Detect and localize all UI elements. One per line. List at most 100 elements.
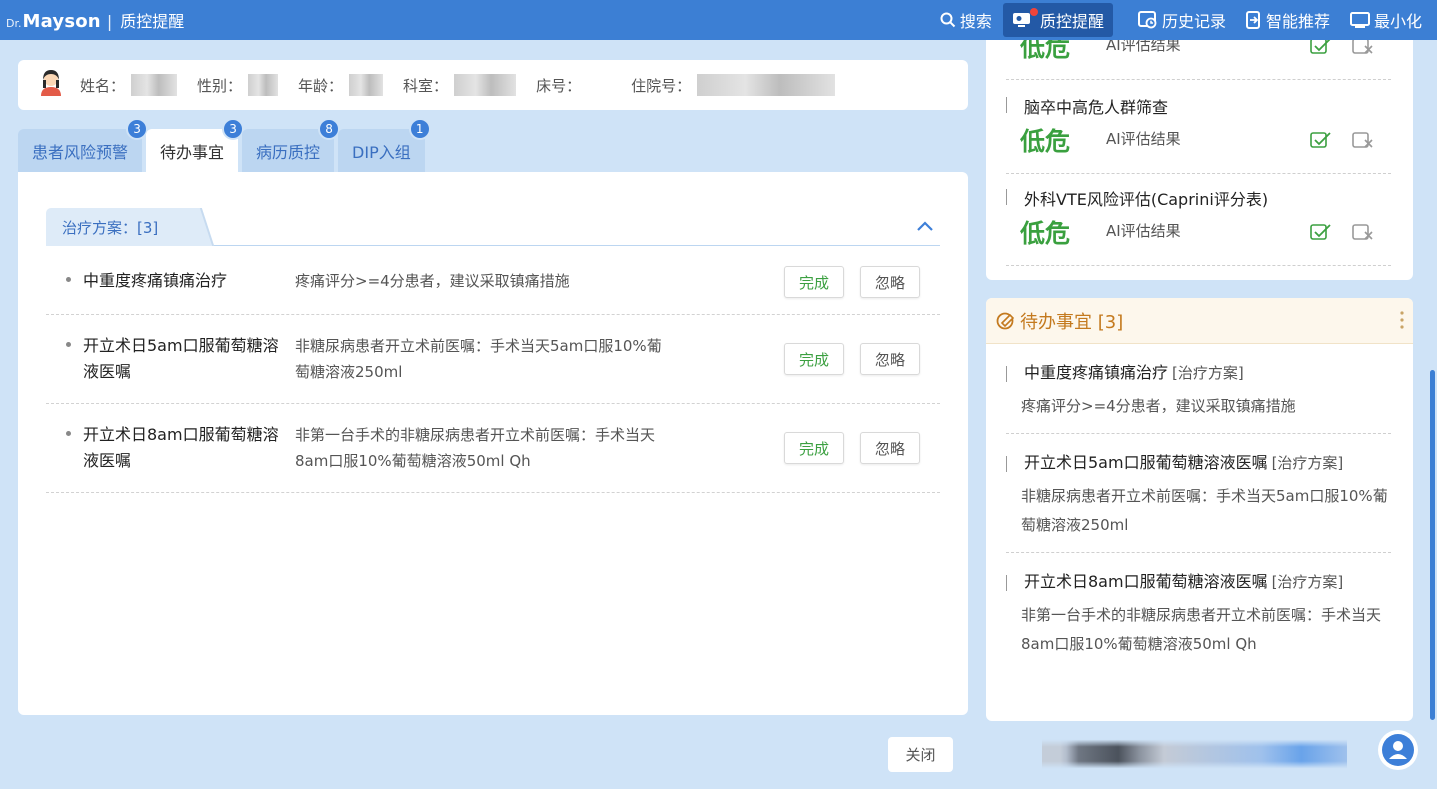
risk-name-text: 脑卒中高危人群筛查 (1024, 98, 1169, 117)
todo-card-header: 待办事宜 [3] (986, 298, 1413, 344)
minimize-icon (1349, 12, 1370, 28)
top-bar: Dr. Mayson | 质控提醒 搜索 质控提醒 历史记录 智能推荐 最小化 (0, 0, 1437, 40)
tab-badge: 3 (126, 118, 149, 140)
admission-label: 住院号： (631, 76, 692, 95)
todo-summary-item: 开立术日8am口服葡萄糖溶液医嘱 [治疗方案] 非第一台手术的非糖尿病患者开立术前… (1006, 553, 1391, 671)
check-icon[interactable] (1310, 40, 1332, 60)
todo-item: 中重度疼痛镇痛治疗 疼痛评分>=4分患者，建议采取镇痛措施 完成 忽略 (46, 250, 940, 315)
todo-summary-desc: 疼痛评分>=4分患者，建议采取镇痛措施 (1021, 397, 1296, 415)
minimize-button[interactable]: 最小化 (1341, 3, 1431, 37)
check-icon[interactable] (1310, 222, 1332, 246)
todo-summary-title-text: 中重度疼痛镇痛治疗 (1024, 363, 1169, 382)
dismiss-icon[interactable] (1352, 40, 1374, 60)
history-label: 历史记录 (1161, 12, 1226, 31)
section-title: 治疗方案：[3] (46, 208, 196, 246)
tab-badge: 8 (318, 118, 341, 140)
complete-button[interactable]: 完成 (783, 266, 844, 298)
scrollbar[interactable] (1430, 370, 1435, 720)
dept-label: 科室： (403, 76, 449, 95)
todo-desc: 非糖尿病患者开立术前医嘱：手术当天5am口服10%葡萄糖溶液250ml (295, 337, 662, 381)
age-redacted (349, 74, 384, 96)
risk-item: 脑卒中高危人群筛查 低危 AI评估结果 (1006, 82, 1391, 174)
todo-summary-title: 开立术日5am口服葡萄糖溶液医嘱 [治疗方案] (1006, 450, 1391, 476)
patient-avatar-icon (38, 69, 64, 101)
bullet (66, 342, 71, 347)
ignore-button[interactable]: 忽略 (859, 343, 920, 375)
patient-name-field: 姓名： (80, 74, 178, 96)
recommend-icon (1245, 11, 1260, 29)
ignore-button[interactable]: 忽略 (859, 266, 920, 298)
tab-badge: 3 (222, 118, 245, 140)
todo-summary-title: 开立术日8am口服葡萄糖溶液医嘱 [治疗方案] (1006, 569, 1391, 595)
todo-summary-desc: 非第一台手术的非糖尿病患者开立术前医嘱：手术当天8am口服10%葡萄糖溶液50m… (1021, 606, 1382, 653)
risk-assessment-card: 低危 AI评估结果 脑卒中高危人群筛查 低危 AI评估结果 外科VTE风险评估(… (986, 40, 1413, 280)
tab-label: DIP入组 (352, 142, 411, 162)
tab-record-qc[interactable]: 病历质控 8 (242, 118, 341, 172)
admission-redacted (697, 74, 836, 96)
history-button[interactable]: 历史记录 (1129, 3, 1235, 37)
todo-summary-title-text: 开立术日5am口服葡萄糖溶液医嘱 (1024, 453, 1268, 472)
todo-summary-desc: 非糖尿病患者开立术前医嘱：手术当天5am口服10%葡萄糖溶液250ml (1021, 487, 1388, 534)
section-header: 治疗方案：[3] (46, 208, 940, 246)
risk-item: 低危 AI评估结果 (1006, 40, 1391, 80)
tab-badge: 1 (408, 118, 431, 140)
todo-summary-item: 开立术日5am口服葡萄糖溶液医嘱 [治疗方案] 非糖尿病患者开立术前医嘱：手术当天… (1006, 434, 1391, 553)
history-icon (1137, 11, 1157, 29)
todo-summary-title: 中重度疼痛镇痛治疗 [治疗方案] (1006, 360, 1391, 386)
gender-label: 性别： (197, 76, 243, 95)
dismiss-icon[interactable] (1352, 130, 1374, 154)
complete-button[interactable]: 完成 (783, 432, 844, 464)
gender-redacted (248, 74, 279, 96)
todo-list: 中重度疼痛镇痛治疗 疼痛评分>=4分患者，建议采取镇痛措施 完成 忽略 开立术日… (46, 250, 940, 493)
brand-name: Mayson (22, 11, 101, 32)
recommend-button[interactable]: 智能推荐 (1237, 3, 1339, 37)
risk-name: 外科VTE风险评估(Caprini评分表) (1006, 186, 1268, 210)
todo-desc: 疼痛评分>=4分患者，建议采取镇痛措施 (295, 272, 570, 290)
tab-label: 病历质控 (256, 142, 321, 162)
notification-dot (1029, 8, 1038, 16)
todo-actions: 完成 忽略 (768, 432, 920, 464)
top-actions: 搜索 质控提醒 历史记录 智能推荐 最小化 (929, 0, 1437, 40)
risk-level: 低危 (1020, 127, 1071, 156)
ai-result-label: AI评估结果 (1106, 222, 1181, 240)
assistant-button[interactable] (1378, 730, 1418, 770)
category-tag: [治疗方案] (1172, 364, 1244, 382)
tab-dip-group[interactable]: DIP入组 1 (338, 118, 431, 172)
todo-title: 开立术日8am口服葡萄糖溶液医嘱 (83, 425, 279, 470)
dept-redacted (454, 74, 517, 96)
search-button[interactable]: 搜索 (931, 3, 1001, 37)
complete-button[interactable]: 完成 (783, 343, 844, 375)
category-tag: [治疗方案] (1271, 573, 1344, 591)
todo-panel: 治疗方案：[3] 中重度疼痛镇痛治疗 疼痛评分>=4分患者，建议采取镇痛措施 完… (18, 172, 968, 715)
name-redacted (131, 74, 178, 96)
qc-reminder-button[interactable]: 质控提醒 (1002, 3, 1113, 37)
recommend-label: 智能推荐 (1265, 12, 1330, 31)
more-vertical-icon[interactable] (1399, 310, 1405, 334)
monitor-alert-icon (1012, 13, 1030, 27)
edit-check-icon (996, 312, 1015, 329)
todo-item: 开立术日5am口服葡萄糖溶液医嘱 非糖尿病患者开立术前医嘱：手术当天5am口服1… (46, 315, 940, 404)
ignore-button[interactable]: 忽略 (859, 432, 920, 464)
tab-todo[interactable]: 待办事宜 3 (146, 118, 245, 172)
todo-title: 开立术日5am口服葡萄糖溶液医嘱 (83, 336, 279, 381)
user-assistant-icon (1382, 734, 1414, 766)
tab-risk-warning[interactable]: 患者风险预警 3 (18, 118, 149, 172)
dismiss-icon[interactable] (1352, 222, 1374, 246)
patient-age-field: 年龄： (298, 74, 384, 96)
qc-reminder-label: 质控提醒 (1039, 12, 1104, 31)
minimize-label: 最小化 (1373, 12, 1422, 31)
todo-summary-item: 中重度疼痛镇痛治疗 [治疗方案] 疼痛评分>=4分患者，建议采取镇痛措施 (1006, 344, 1391, 434)
todo-desc: 非第一台手术的非糖尿病患者开立术前医嘱：手术当天8am口服10%葡萄糖溶液50m… (295, 426, 656, 470)
chevron-up-icon[interactable] (916, 218, 934, 236)
check-icon[interactable] (1310, 130, 1332, 154)
close-button[interactable]: 关闭 (888, 737, 953, 772)
todo-title: 中重度疼痛镇痛治疗 (83, 271, 228, 290)
module-title: 质控提醒 (120, 12, 185, 31)
name-label: 姓名： (80, 76, 126, 95)
search-icon (940, 12, 956, 28)
ai-result-label: AI评估结果 (1106, 130, 1181, 148)
todo-card-title: 待办事宜 [3] (1020, 311, 1124, 333)
risk-name-text: 外科VTE风险评估(Caprini评分表) (1024, 190, 1269, 209)
brand-prefix: Dr. (6, 17, 22, 30)
bullet (66, 277, 71, 282)
